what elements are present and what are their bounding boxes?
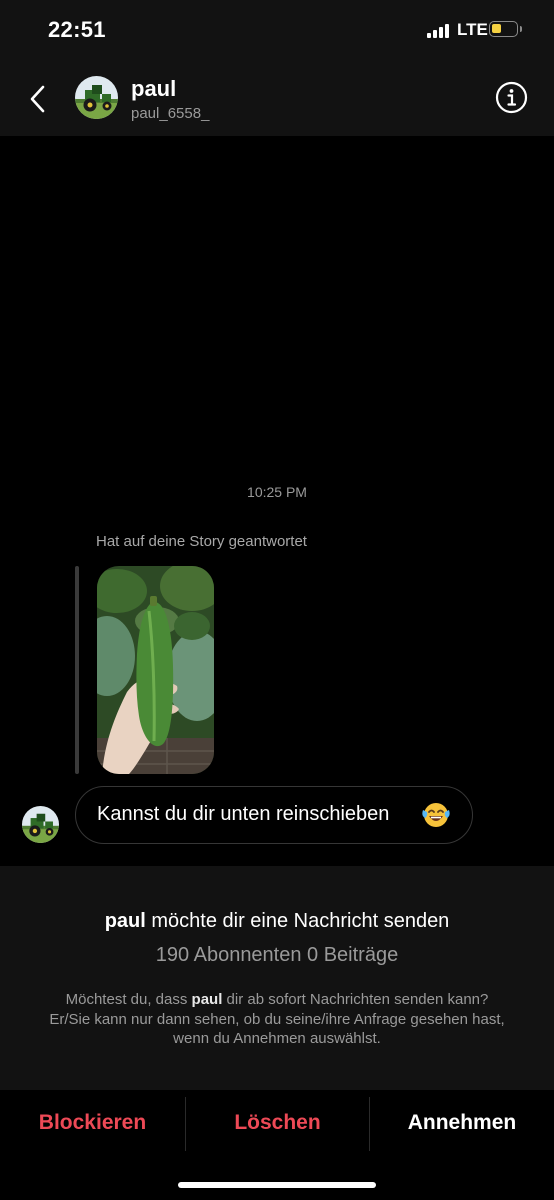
chat-header: paul paul_6558_ [0, 60, 554, 136]
home-indicator[interactable] [178, 1182, 376, 1188]
status-bar: 22:51 LTE [0, 0, 554, 60]
accept-button[interactable]: Annehmen [370, 1092, 554, 1154]
request-title-text: möchte dir eine Nachricht senden [145, 910, 450, 932]
request-description: Möchtest du, dass paul dir ab sofort Nac… [49, 991, 505, 1047]
contact-username[interactable]: paul_6558_ [131, 105, 209, 122]
story-reply-note: Hat auf deine Story geantwortet [96, 533, 307, 550]
tractor-avatar-image [75, 76, 118, 119]
block-button[interactable]: Blockieren [0, 1092, 185, 1154]
face-with-tears-of-joy-icon [422, 803, 450, 827]
tractor-avatar-image [22, 806, 59, 843]
reply-indicator-bar [75, 566, 79, 774]
request-title: paul möchte dir eine Nachricht senden [0, 910, 554, 933]
battery-icon [489, 21, 522, 37]
contact-name[interactable]: paul [131, 76, 176, 102]
request-description-name: paul [191, 991, 223, 1008]
info-icon [495, 81, 528, 114]
chevron-left-icon [30, 85, 45, 113]
zucchini-photo [97, 566, 214, 774]
story-thumbnail[interactable] [97, 566, 214, 774]
status-time: 22:51 [48, 17, 106, 42]
message-bubble[interactable]: Kannst du dir unten reinschieben [75, 786, 473, 844]
request-profile-stats: 190 Abonnenten 0 Beiträge [155, 944, 399, 966]
request-sender-name: paul [104, 910, 146, 932]
delete-button[interactable]: Löschen [186, 1092, 369, 1154]
message-request-panel: paul möchte dir eine Nachricht senden 19… [0, 866, 554, 1090]
message-timestamp: 10:25 PM [247, 484, 307, 500]
message-text: Kannst du dir unten reinschieben [97, 803, 390, 825]
info-button[interactable] [495, 81, 528, 114]
cellular-signal-icon [427, 24, 451, 38]
carrier-label: LTE [457, 20, 488, 39]
avatar[interactable] [75, 76, 118, 119]
back-button[interactable] [24, 82, 54, 116]
sender-avatar[interactable] [22, 806, 59, 843]
